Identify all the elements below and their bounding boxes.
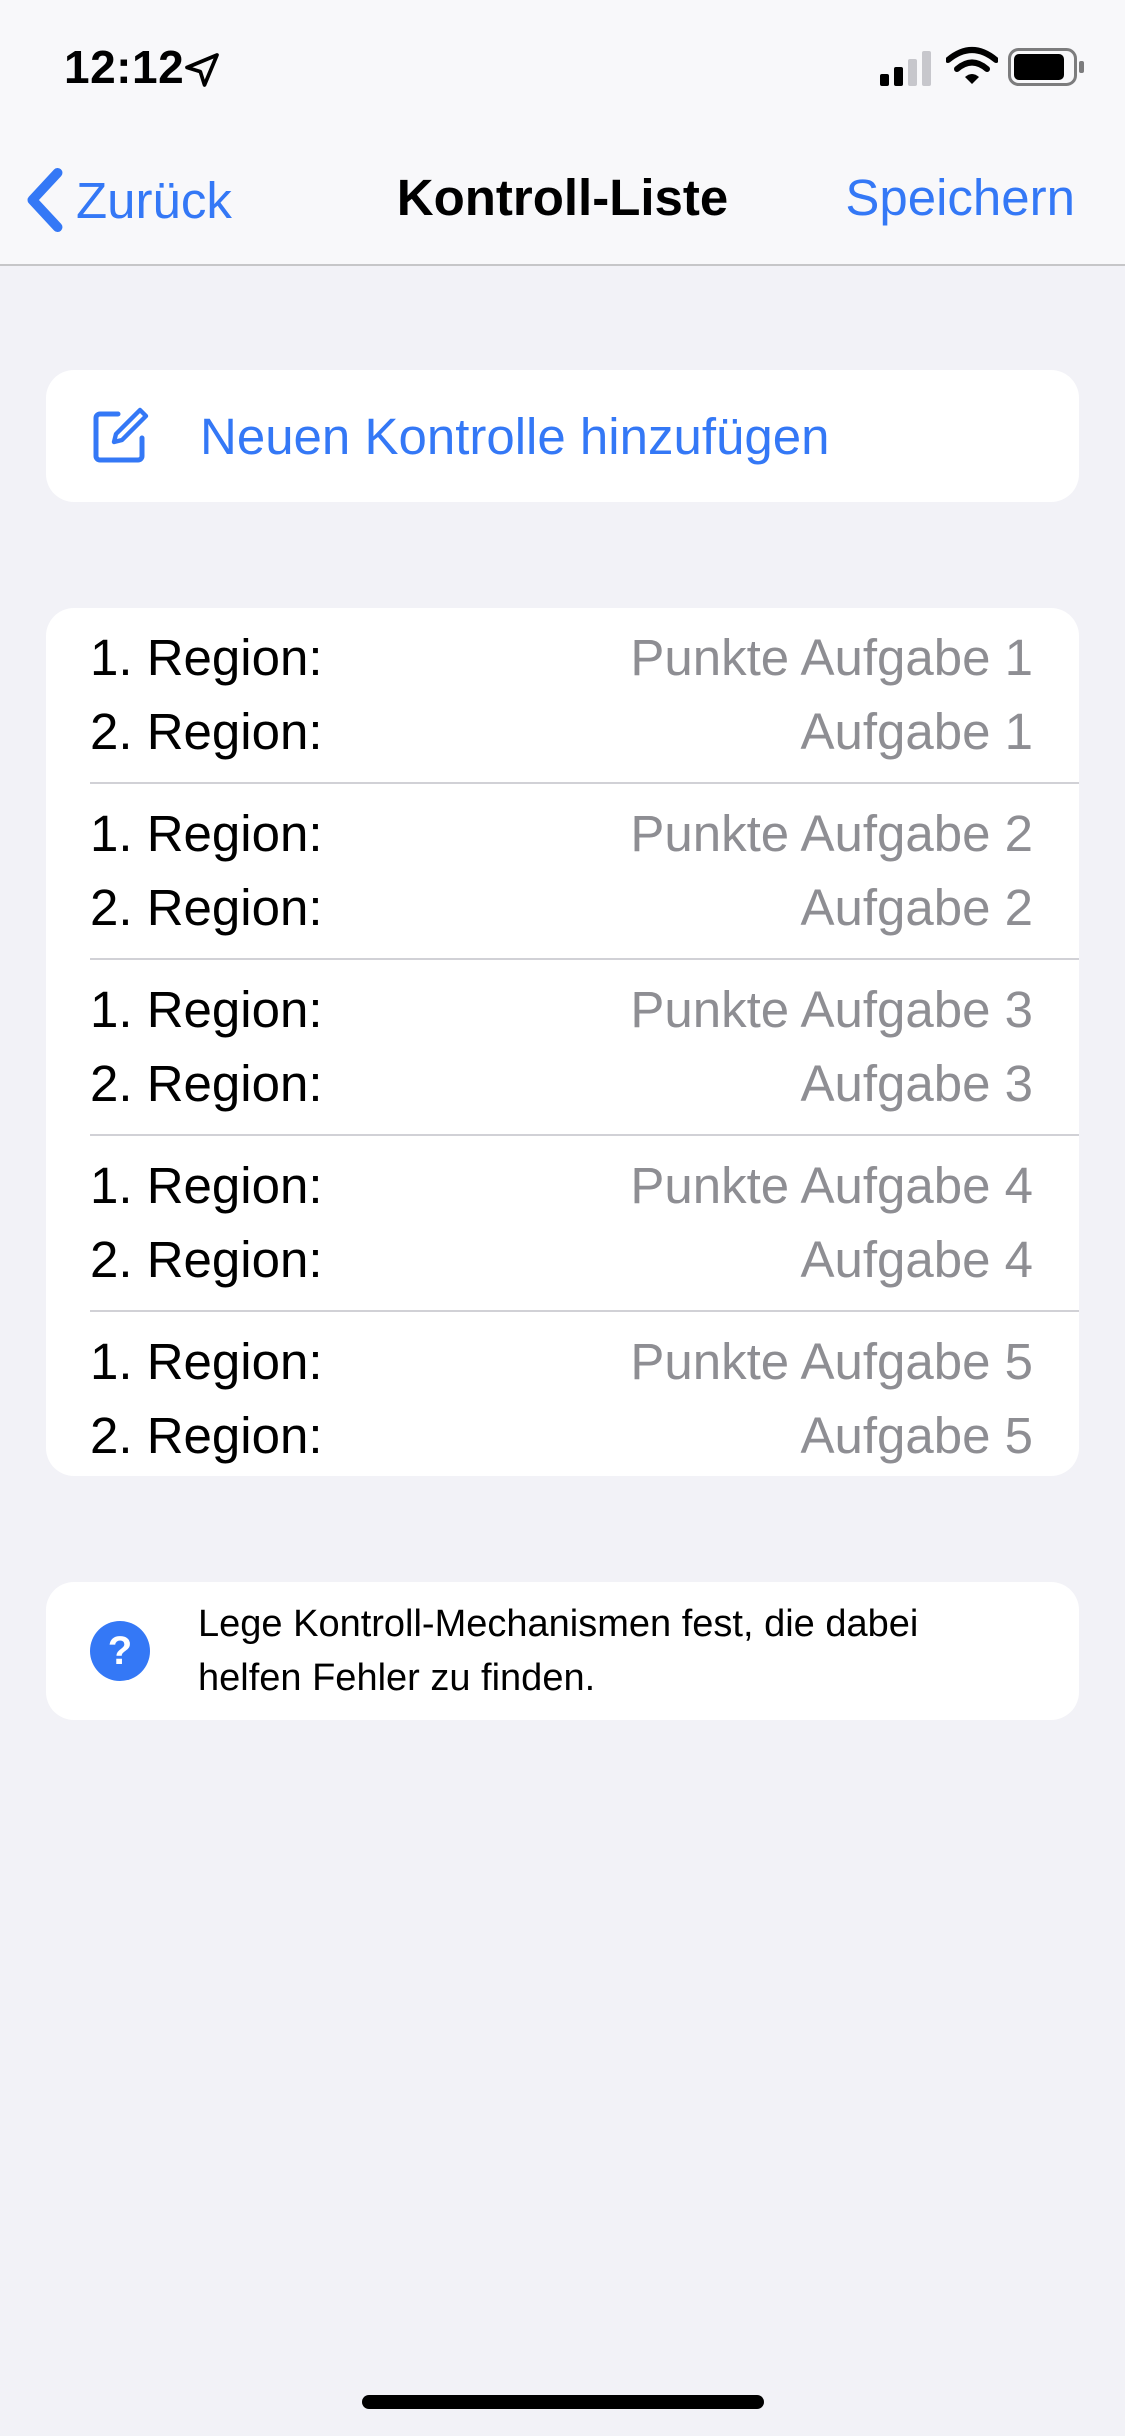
region-2-label: 2. Region: [90,1407,323,1464]
wifi-icon [946,47,998,84]
region-2-label: 2. Region: [90,1231,323,1288]
home-indicator[interactable] [362,2395,764,2409]
question-mark-icon[interactable]: ? [90,1621,150,1681]
battery-icon [1008,48,1084,86]
region-1-value: Punkte Aufgabe 4 [630,1157,1033,1214]
region-1-value: Punkte Aufgabe 5 [630,1333,1033,1390]
control-list: 1. Region: Punkte Aufgabe 1 2. Region: A… [46,608,1079,1476]
region-1-label: 1. Region: [90,805,323,862]
region-2-value: Aufgabe 1 [800,703,1033,760]
region-1-label: 1. Region: [90,1157,323,1214]
region-2-value: Aufgabe 4 [800,1231,1033,1288]
control-list-item[interactable]: 1. Region: Punkte Aufgabe 5 2. Region: A… [90,1312,1079,1476]
location-arrow-icon [185,53,219,87]
region-1-value: Punkte Aufgabe 3 [630,981,1033,1038]
control-list-item[interactable]: 1. Region: Punkte Aufgabe 1 2. Region: A… [90,608,1079,784]
add-control-button[interactable]: Neuen Kontrolle hinzufügen [46,370,1079,502]
compose-icon [93,407,149,463]
region-2-label: 2. Region: [90,703,323,760]
help-text: Lege Kontroll-Mechanismen fest, die dabe… [198,1603,919,1699]
region-2-value: Aufgabe 2 [800,879,1033,936]
cellular-signal-icon [880,51,931,86]
region-1-label: 1. Region: [90,981,323,1038]
help-card: ? Lege Kontroll-Mechanismen fest, die da… [46,1582,1079,1720]
save-button[interactable]: Speichern [845,168,1075,227]
top-bar: 12:12 Zurück Kontroll-Liste Speichern [0,0,1125,266]
add-control-card: Neuen Kontrolle hinzufügen [46,370,1079,502]
control-list-item[interactable]: 1. Region: Punkte Aufgabe 3 2. Region: A… [90,960,1079,1136]
control-list-item[interactable]: 1. Region: Punkte Aufgabe 2 2. Region: A… [90,784,1079,960]
region-2-value: Aufgabe 3 [800,1055,1033,1112]
region-2-label: 2. Region: [90,1055,323,1112]
region-1-value: Punkte Aufgabe 1 [630,629,1033,686]
region-1-label: 1. Region: [90,629,323,686]
add-control-label: Neuen Kontrolle hinzufügen [200,407,830,465]
region-2-label: 2. Region: [90,879,323,936]
region-1-value: Punkte Aufgabe 2 [630,805,1033,862]
region-2-value: Aufgabe 5 [800,1407,1033,1464]
region-1-label: 1. Region: [90,1333,323,1390]
status-time: 12:12 [64,41,185,93]
control-list-item[interactable]: 1. Region: Punkte Aufgabe 4 2. Region: A… [90,1136,1079,1312]
